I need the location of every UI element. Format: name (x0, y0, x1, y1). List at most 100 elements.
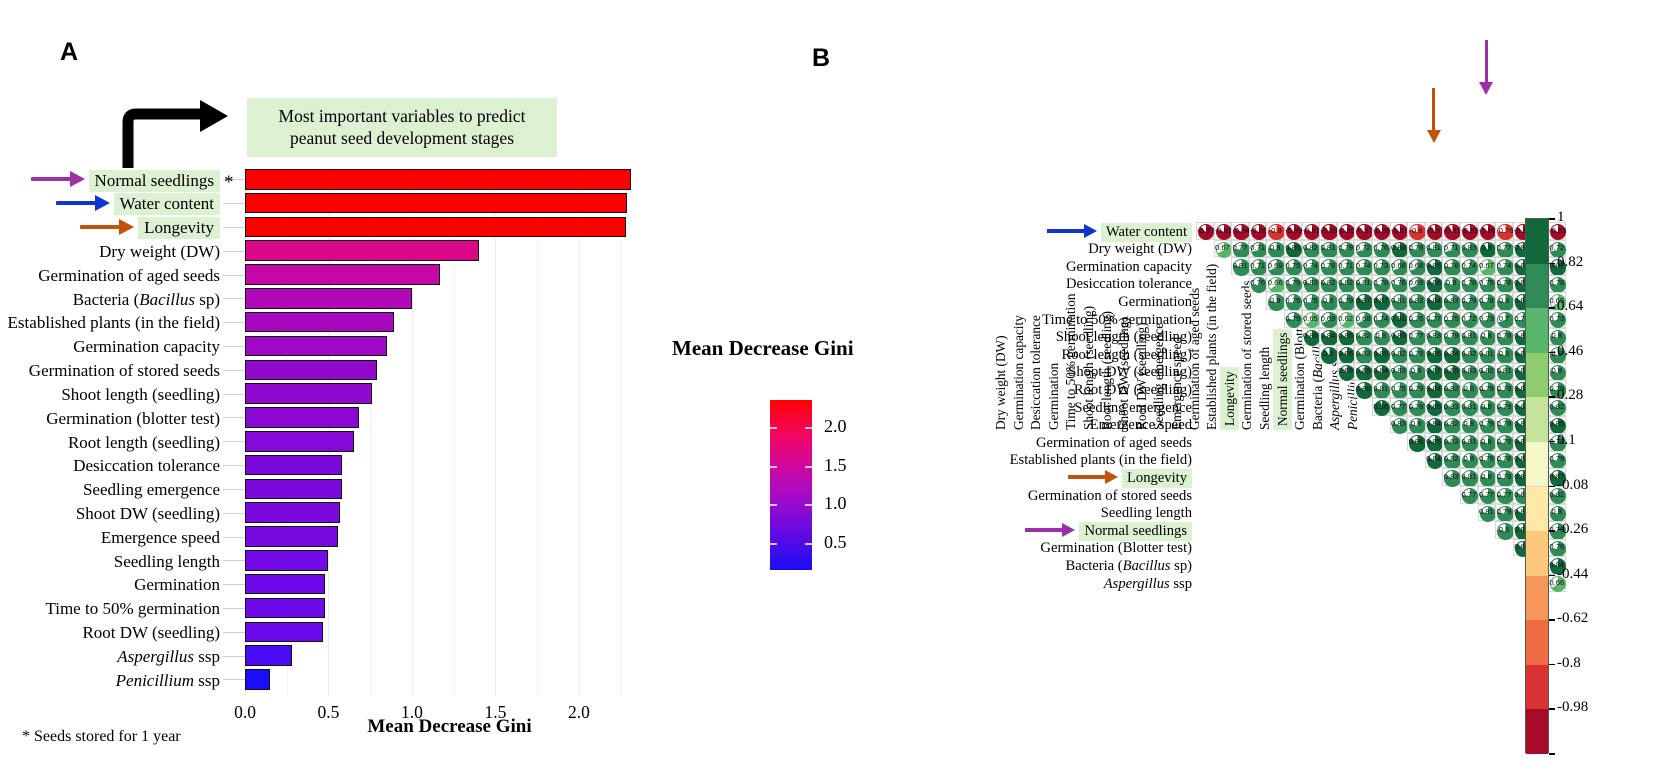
row-label: Normal seedlings (1079, 521, 1192, 541)
matrix-cell: 0.78 (1495, 450, 1514, 470)
matrix-cell: 0.78 (1495, 468, 1514, 487)
matrix-cell: 0.81 (1477, 345, 1497, 364)
colorbar-tick (1549, 663, 1555, 666)
correlation-value: 0.82 (1479, 366, 1494, 376)
correlation-value: 0.68 (1408, 260, 1424, 270)
bar (245, 311, 394, 333)
correlation-value: 0.78 (1408, 401, 1424, 411)
matrix-cell: 0.68 (1389, 257, 1409, 276)
correlation-value: 0.74 (1496, 260, 1512, 270)
correlation-value: 0.8 (1322, 295, 1334, 305)
matrix-cell: 0.85 (1284, 239, 1303, 259)
correlation-value: 0.74 (1355, 260, 1371, 270)
correlation-value: 0.8 (1498, 295, 1510, 305)
correlation-value: 0.71 (1338, 260, 1353, 270)
colorbar-tick-label: -0.62 (1557, 610, 1589, 627)
gini-tick (770, 504, 777, 507)
matrix-cell: 0.8 (1372, 327, 1391, 347)
correlation-value: 0.77 (1391, 401, 1406, 411)
matrix-cell: 0.72 (1354, 239, 1373, 259)
y-tick (223, 560, 245, 562)
matrix-cell: 0.81 (1354, 274, 1373, 294)
correlation-value: 0.75 (1479, 278, 1494, 288)
matrix-cell: 0.83 (1354, 345, 1373, 364)
matrix-cell: -0.85 (1460, 222, 1479, 241)
correlation-value: 0.78 (1496, 383, 1512, 393)
correlation-value: -0.89 (1285, 225, 1303, 235)
matrix-cell: 0.82 (1301, 239, 1321, 259)
correlation-value: 0.68 (1355, 313, 1371, 323)
correlation-value: 0.85 (1549, 419, 1565, 429)
matrix-cell: 0.8 (1460, 450, 1479, 470)
matrix-cell: 0.86 (1407, 433, 1426, 452)
elbow-arrow-icon (122, 100, 228, 168)
colorbar-tick (1549, 262, 1555, 265)
row-label: Root DW (seedling) (1073, 382, 1192, 398)
matrix-cell: 0.8 (1319, 292, 1338, 311)
y-tick (223, 584, 245, 586)
matrix-cell: 0.8 (1266, 292, 1285, 311)
bar (245, 192, 628, 214)
matrix-cell: 0.77 (1389, 398, 1409, 417)
matrix-cell: 0.86 (1301, 327, 1321, 347)
correlation-value: 0.65 (1303, 313, 1318, 323)
correlation-value: 0.83 (1461, 243, 1477, 253)
bar-label: Shoot DW (seedling) (75, 503, 220, 523)
correlation-value: 0.7 (1498, 313, 1510, 323)
matrix-cell: 0.73 (1477, 310, 1497, 329)
correlation-value: 0.84 (1443, 348, 1459, 358)
matrix-cell: 0.8 (1266, 239, 1285, 259)
correlation-value: 0.8 (1410, 419, 1422, 429)
matrix-cell: 0.8 (1495, 521, 1514, 540)
matrix-cell: 0.83 (1442, 398, 1461, 417)
matrix-cell: 0.68 (1407, 257, 1426, 276)
bar (245, 621, 324, 643)
correlation-value: 0.69 (1408, 278, 1424, 288)
correlation-value: 0.8 (1375, 331, 1387, 341)
correlation-value: 0.82 (1355, 331, 1371, 341)
matrix-cell: 0.84 (1424, 415, 1444, 435)
correlation-value: 0.77 (1496, 243, 1512, 253)
correlation-value: 0.74 (1461, 260, 1477, 270)
correlation-value: 0.67 (1215, 243, 1230, 253)
matrix-cell: 0.8 (1548, 362, 1567, 382)
matrix-cell: 0.81 (1460, 433, 1479, 452)
gini-tick (770, 427, 777, 430)
correlation-value: 0.66 (1267, 278, 1283, 288)
correlation-value: 0.79 (1479, 454, 1494, 464)
matrix-cell: 0.78 (1372, 274, 1391, 294)
matrix-cell: 0.84 (1372, 362, 1391, 382)
matrix-cell: 0.76 (1372, 239, 1391, 259)
correlation-value: 0.79 (1461, 295, 1477, 305)
correlation-value: 0.82 (1338, 278, 1353, 288)
correlation-value: 0.72 (1461, 313, 1477, 323)
footnote-a: * Seeds stored for 1 year (22, 728, 181, 745)
matrix-cell: 0.82 (1319, 274, 1338, 294)
matrix-cell: 0.83 (1460, 362, 1479, 382)
colorbar-segment (1526, 664, 1548, 710)
matrix-cell: 0.79 (1548, 450, 1567, 470)
correlation-value: 0.81 (1391, 295, 1406, 305)
matrix-cell: 0.84 (1424, 450, 1444, 470)
matrix-cell: 0.87 (1424, 362, 1444, 382)
matrix-cell: 0.83 (1389, 362, 1409, 382)
matrix-cell: 0.85 (1372, 345, 1391, 364)
correlation-value: 0.8 (1481, 401, 1492, 411)
correlation-value: -0.8 (1268, 225, 1282, 235)
bar (245, 526, 339, 547)
correlation-value: 0.81 (1355, 278, 1371, 288)
correlation-value: -0.85 (1337, 225, 1356, 235)
correlation-value: 0.75 (1285, 260, 1301, 270)
colorbar-tick (1549, 351, 1555, 354)
correlation-value: 0.82 (1443, 419, 1459, 429)
correlation-value: 0.85 (1426, 436, 1441, 446)
correlation-value: 0.83 (1426, 331, 1441, 341)
correlation-value: 0.87 (1426, 366, 1441, 376)
matrix-cell: -0.8 (1407, 222, 1426, 241)
matrix-cell: -0.76 (1495, 222, 1514, 241)
correlation-value: 0.68 (1391, 260, 1406, 270)
correlation-value: -0.87 (1390, 225, 1408, 235)
correlation-value: 0.84 (1426, 454, 1441, 464)
matrix-cell: 0.77 (1407, 327, 1426, 347)
correlation-value: 0.81 (1232, 260, 1248, 270)
